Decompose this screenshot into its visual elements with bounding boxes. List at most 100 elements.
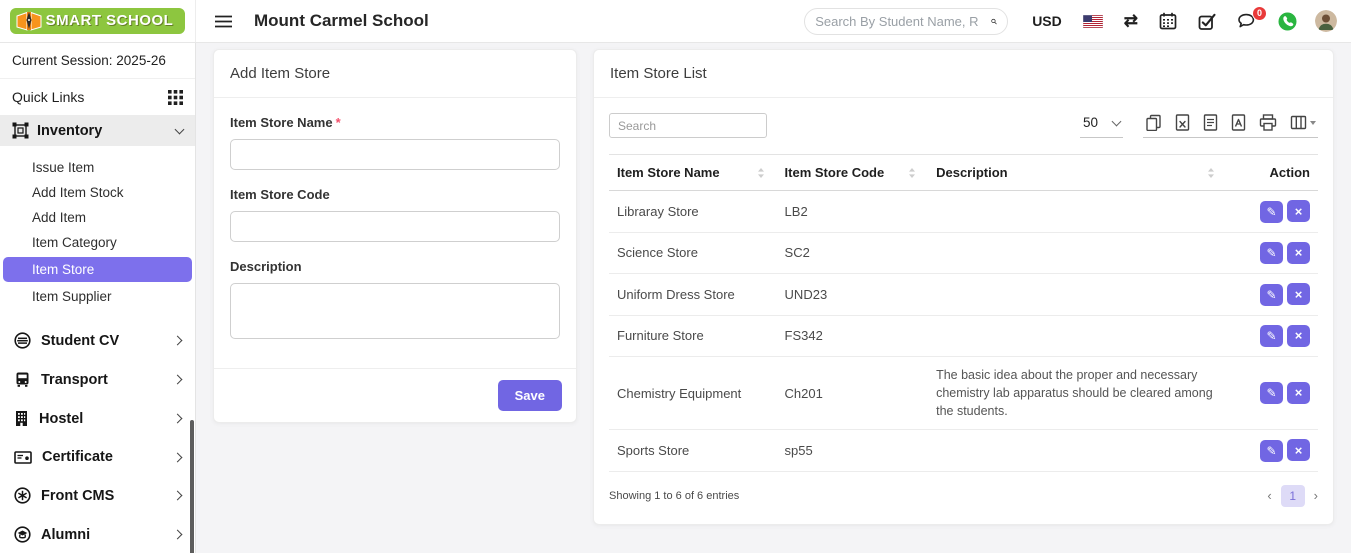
delete-button[interactable]: ×	[1287, 439, 1310, 462]
sort-icon	[909, 167, 916, 178]
page-size-select[interactable]: 50	[1079, 115, 1123, 138]
table-row: Furniture Store FS342 ✎ ×	[609, 315, 1318, 357]
calendar-icon[interactable]	[1159, 12, 1177, 30]
tasks-icon[interactable]	[1198, 13, 1216, 30]
add-card-title: Add Item Store	[214, 50, 576, 98]
book-pen-icon	[16, 11, 42, 31]
delete-button[interactable]: ×	[1287, 200, 1310, 222]
store-name-cell: Libraray Store	[609, 190, 777, 233]
sidebar-item-inventory[interactable]: Inventory	[0, 115, 195, 146]
store-description-cell	[928, 429, 1228, 472]
store-code-cell: UND23	[776, 273, 929, 316]
item-store-table: Item Store Name Item Store Code Descript…	[609, 154, 1318, 472]
column-visibility-icon[interactable]	[1290, 115, 1316, 130]
brand-name: SMART SCHOOL	[45, 12, 174, 29]
edit-button[interactable]: ✎	[1260, 382, 1283, 405]
session-label: Current Session: 2025-26	[0, 43, 195, 79]
sidebar-item-front-cms[interactable]: Front CMS	[0, 476, 195, 515]
notification-badge: 0	[1252, 5, 1267, 21]
sidebar-item-item-category[interactable]: Item Category	[0, 230, 195, 255]
sidebar-item-transport[interactable]: Transport	[0, 360, 195, 399]
store-code-cell: sp55	[776, 429, 929, 472]
table-row: Uniform Dress Store UND23 ✎ ×	[609, 273, 1318, 316]
table-row: Chemistry Equipment Ch201 The basic idea…	[609, 356, 1318, 431]
delete-button[interactable]: ×	[1287, 283, 1310, 305]
user-avatar[interactable]	[1315, 10, 1337, 32]
currency-selector[interactable]: USD	[1032, 13, 1062, 29]
next-page-button[interactable]: ›	[1314, 488, 1318, 503]
current-page-button[interactable]: 1	[1280, 484, 1305, 507]
table-row: Sports Store sp55 ✎ ×	[609, 429, 1318, 472]
list-card-title: Item Store List	[594, 50, 1333, 98]
item-store-code-input[interactable]	[230, 211, 560, 242]
store-description-cell	[928, 315, 1228, 357]
print-icon[interactable]	[1259, 114, 1277, 131]
pdf-export-icon[interactable]	[1231, 114, 1246, 131]
currency-exchange-icon[interactable]: ⇄	[1124, 11, 1138, 31]
store-code-cell: Ch201	[776, 356, 929, 431]
item-store-name-input[interactable]	[230, 139, 560, 170]
messages-icon[interactable]: 0	[1237, 5, 1267, 30]
sidebar-item-alumni[interactable]: Alumni	[0, 515, 195, 553]
edit-button[interactable]: ✎	[1260, 242, 1283, 264]
delete-button[interactable]: ×	[1287, 241, 1310, 264]
prev-page-button[interactable]: ‹	[1267, 488, 1271, 503]
chevron-right-icon	[172, 452, 183, 462]
alumni-icon	[14, 526, 31, 543]
caret-down-icon	[1310, 120, 1316, 125]
chevron-right-icon	[172, 529, 183, 540]
column-header-name[interactable]: Item Store Name	[609, 154, 777, 191]
edit-button[interactable]: ✎	[1260, 439, 1283, 462]
delete-button[interactable]: ×	[1287, 324, 1310, 347]
quick-links[interactable]: Quick Links	[0, 79, 195, 115]
store-description-cell	[928, 190, 1228, 233]
save-button[interactable]: Save	[497, 380, 562, 411]
column-header-action: Action	[1227, 154, 1318, 191]
table-row: Science Store SC2 ✎ ×	[609, 232, 1318, 274]
store-description-cell	[928, 232, 1228, 274]
sidebar-item-item-store[interactable]: Item Store	[3, 257, 192, 282]
section-label: Alumni	[41, 526, 91, 543]
copy-icon[interactable]	[1145, 114, 1162, 131]
store-name-cell: Sports Store	[609, 429, 777, 472]
global-search-input[interactable]	[815, 13, 992, 29]
item-store-list-card: Item Store List 50	[593, 49, 1334, 525]
edit-button[interactable]: ✎	[1260, 325, 1283, 347]
sidebar-scrollbar[interactable]	[190, 420, 194, 553]
search-icon[interactable]	[991, 14, 997, 29]
pagination: ‹ 1 ›	[1267, 484, 1318, 507]
whatsapp-icon[interactable]	[1278, 12, 1297, 31]
store-code-cell: FS342	[776, 315, 929, 357]
brand-logo[interactable]: SMART SCHOOL	[9, 8, 186, 34]
page-title: Mount Carmel School	[254, 11, 429, 30]
sidebar-item-issue-item[interactable]: Issue Item	[0, 155, 195, 180]
delete-button[interactable]: ×	[1287, 381, 1310, 404]
column-header-description[interactable]: Description	[928, 154, 1228, 191]
section-label: Transport	[41, 371, 108, 388]
sidebar-item-certificate[interactable]: Certificate	[0, 438, 195, 476]
store-name-cell: Chemistry Equipment	[609, 356, 777, 431]
edit-button[interactable]: ✎	[1260, 283, 1283, 306]
store-code-cell: SC2	[776, 232, 929, 274]
excel-export-icon[interactable]	[1175, 114, 1190, 131]
sidebar: Current Session: 2025-26 Quick Links Inv…	[0, 43, 196, 553]
csv-export-icon[interactable]	[1203, 114, 1218, 131]
sidebar-item-add-item-stock[interactable]: Add Item Stock	[0, 180, 195, 205]
sidebar-item-hostel[interactable]: Hostel	[0, 399, 195, 438]
description-textarea[interactable]	[230, 283, 560, 339]
edit-button[interactable]: ✎	[1260, 200, 1283, 223]
column-header-code[interactable]: Item Store Code	[776, 154, 929, 191]
sidebar-item-add-item[interactable]: Add Item	[0, 205, 195, 230]
table-search-input[interactable]	[609, 113, 767, 138]
quick-links-label: Quick Links	[12, 89, 85, 105]
sidebar-item-item-supplier[interactable]: Item Supplier	[0, 284, 195, 309]
chevron-right-icon	[172, 335, 183, 346]
table-row: Libraray Store LB2 ✎ ×	[609, 190, 1318, 233]
chevron-right-icon	[172, 374, 183, 385]
hamburger-menu-icon[interactable]	[215, 15, 232, 28]
store-name-cell: Uniform Dress Store	[609, 273, 777, 316]
sidebar-item-student-cv[interactable]: Student CV	[0, 321, 195, 360]
grid-icon	[168, 89, 183, 105]
section-label: Certificate	[42, 449, 113, 465]
language-flag-icon[interactable]	[1082, 14, 1103, 28]
